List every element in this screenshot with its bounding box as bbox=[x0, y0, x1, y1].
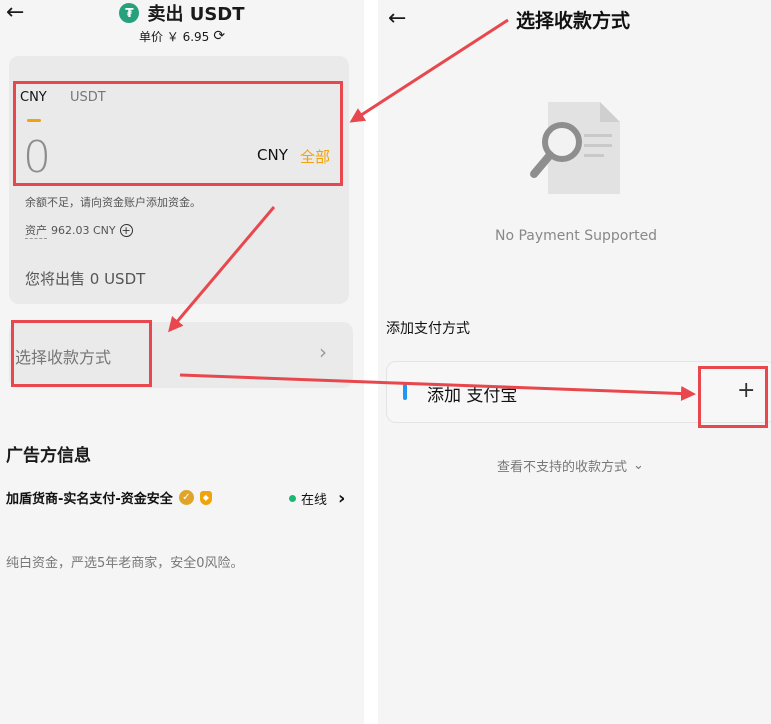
shield-icon: ◆ bbox=[199, 490, 212, 505]
asset-value: 962.03 CNY bbox=[51, 224, 116, 237]
merchant-name: 加盾货商-实名支付-资金安全 bbox=[6, 492, 173, 507]
verified-badge-icon: ✓ bbox=[178, 490, 194, 505]
plus-circle-icon[interactable]: + bbox=[119, 224, 133, 237]
asset-label: 资产 bbox=[25, 224, 47, 239]
online-status-text: 在线 bbox=[301, 493, 328, 508]
refresh-icon[interactable]: ⟳ bbox=[213, 28, 225, 44]
select-payment-screen: ← 选择收款方式 No Payment Supported 添加支付方式 添加 … bbox=[378, 0, 771, 724]
add-payment-section-title: 添加支付方式 bbox=[386, 321, 470, 337]
view-unsupported-link[interactable]: 查看不支持的收款方式 ⌄ bbox=[497, 456, 644, 475]
chevron-down-icon: ⌄ bbox=[633, 458, 644, 473]
page-header: ₮ 卖出 USDT bbox=[0, 0, 364, 26]
page-title: 选择收款方式 bbox=[516, 10, 631, 32]
annotation-box-select-payment bbox=[11, 320, 152, 387]
sell-summary: 您将出售 0 USDT bbox=[25, 270, 146, 288]
alipay-indicator bbox=[403, 384, 407, 400]
unit-price: 单价 ￥ 6.95 bbox=[138, 29, 210, 44]
back-arrow-icon[interactable]: ← bbox=[388, 8, 406, 30]
advertiser-section-title: 广告方信息 bbox=[6, 446, 91, 466]
usdt-logo-icon: ₮ bbox=[119, 3, 140, 23]
merchant-description: 纯白资金，严选5年老商家，安全0风险。 bbox=[6, 556, 244, 571]
add-alipay-label: 添加 支付宝 bbox=[427, 386, 518, 406]
online-status: 在线 › bbox=[289, 488, 345, 509]
unit-price-row: 单价 ￥ 6.95 ⟳ bbox=[0, 28, 364, 44]
merchant-row[interactable]: 加盾货商-实名支付-资金安全 ✓ ◆ bbox=[6, 488, 212, 507]
page-title: 卖出 USDT bbox=[147, 4, 245, 25]
document-search-icon bbox=[530, 102, 620, 194]
empty-state-text: No Payment Supported bbox=[495, 228, 658, 244]
view-unsupported-label: 查看不支持的收款方式 bbox=[497, 460, 628, 475]
asset-row: 资产 962.03 CNY + bbox=[25, 222, 133, 239]
annotation-box-amount bbox=[13, 81, 343, 186]
annotation-box-add-button bbox=[698, 366, 768, 428]
online-dot bbox=[289, 495, 296, 502]
chevron-right-icon: › bbox=[319, 340, 327, 364]
chevron-right-icon[interactable]: › bbox=[338, 488, 345, 509]
insufficient-balance-note: 余额不足，请向资金账户添加资金。 bbox=[25, 196, 201, 209]
